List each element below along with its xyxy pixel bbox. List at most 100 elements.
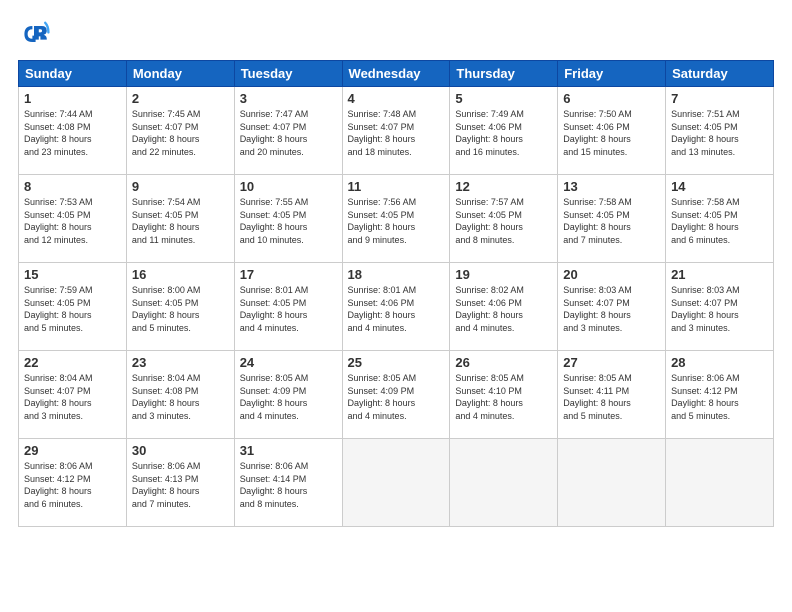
day-info: Sunrise: 7:47 AM Sunset: 4:07 PM Dayligh… bbox=[240, 108, 337, 158]
day-info: Sunrise: 7:58 AM Sunset: 4:05 PM Dayligh… bbox=[563, 196, 660, 246]
weekday-header: Friday bbox=[558, 61, 666, 87]
day-info: Sunrise: 8:06 AM Sunset: 4:14 PM Dayligh… bbox=[240, 460, 337, 510]
calendar-day-cell: 23Sunrise: 8:04 AM Sunset: 4:08 PM Dayli… bbox=[126, 351, 234, 439]
calendar-day-cell: 31 Sunrise: 8:06 AM Sunset: 4:14 PM Dayli… bbox=[234, 439, 342, 527]
calendar-day-cell: 26 Sunrise: 8:05 AM Sunset: 4:10 PM Dayli… bbox=[450, 351, 558, 439]
day-number: 28 bbox=[671, 355, 768, 370]
calendar-day-cell: 18Sunrise: 8:01 AM Sunset: 4:06 PM Dayli… bbox=[342, 263, 450, 351]
calendar-week-row: 8Sunrise: 7:53 AM Sunset: 4:05 PM Daylig… bbox=[19, 175, 774, 263]
day-info: Sunrise: 7:49 AM Sunset: 4:06 PM Dayligh… bbox=[455, 108, 552, 158]
calendar-day-cell bbox=[666, 439, 774, 527]
day-info: Sunrise: 8:05 AM Sunset: 4:09 PM Dayligh… bbox=[240, 372, 337, 422]
day-info: Sunrise: 8:05 AM Sunset: 4:09 PM Dayligh… bbox=[348, 372, 445, 422]
logo bbox=[18, 18, 54, 50]
day-number: 12 bbox=[455, 179, 552, 194]
calendar-day-cell: 5Sunrise: 7:49 AM Sunset: 4:06 PM Daylig… bbox=[450, 87, 558, 175]
day-number: 6 bbox=[563, 91, 660, 106]
day-info: Sunrise: 7:55 AM Sunset: 4:05 PM Dayligh… bbox=[240, 196, 337, 246]
day-number: 14 bbox=[671, 179, 768, 194]
page: SundayMondayTuesdayWednesdayThursdayFrid… bbox=[0, 0, 792, 612]
day-info: Sunrise: 7:50 AM Sunset: 4:06 PM Dayligh… bbox=[563, 108, 660, 158]
calendar: SundayMondayTuesdayWednesdayThursdayFrid… bbox=[18, 60, 774, 527]
calendar-day-cell: 16 Sunrise: 8:00 AM Sunset: 4:05 PM Dayli… bbox=[126, 263, 234, 351]
day-number: 30 bbox=[132, 443, 229, 458]
day-info: Sunrise: 7:58 AM Sunset: 4:05 PM Dayligh… bbox=[671, 196, 768, 246]
weekday-header: Sunday bbox=[19, 61, 127, 87]
day-info: Sunrise: 8:06 AM Sunset: 4:12 PM Dayligh… bbox=[24, 460, 121, 510]
day-number: 2 bbox=[132, 91, 229, 106]
day-number: 26 bbox=[455, 355, 552, 370]
day-number: 18 bbox=[348, 267, 445, 282]
day-info: Sunrise: 8:05 AM Sunset: 4:10 PM Dayligh… bbox=[455, 372, 552, 422]
calendar-day-cell: 17 Sunrise: 8:01 AM Sunset: 4:05 PM Dayli… bbox=[234, 263, 342, 351]
calendar-week-row: 15 Sunrise: 7:59 AM Sunset: 4:05 PM Dayli… bbox=[19, 263, 774, 351]
calendar-day-cell: 21 Sunrise: 8:03 AM Sunset: 4:07 PM Dayli… bbox=[666, 263, 774, 351]
calendar-day-cell: 20 Sunrise: 8:03 AM Sunset: 4:07 PM Dayli… bbox=[558, 263, 666, 351]
day-info: Sunrise: 7:48 AM Sunset: 4:07 PM Dayligh… bbox=[348, 108, 445, 158]
day-info: Sunrise: 7:59 AM Sunset: 4:05 PM Dayligh… bbox=[24, 284, 121, 334]
calendar-day-cell: 9 Sunrise: 7:54 AM Sunset: 4:05 PM Daylig… bbox=[126, 175, 234, 263]
calendar-day-cell: 19 Sunrise: 8:02 AM Sunset: 4:06 PM Dayli… bbox=[450, 263, 558, 351]
day-info: Sunrise: 7:53 AM Sunset: 4:05 PM Dayligh… bbox=[24, 196, 121, 246]
day-info: Sunrise: 7:45 AM Sunset: 4:07 PM Dayligh… bbox=[132, 108, 229, 158]
day-info: Sunrise: 8:01 AM Sunset: 4:05 PM Dayligh… bbox=[240, 284, 337, 334]
weekday-header: Tuesday bbox=[234, 61, 342, 87]
day-info: Sunrise: 8:03 AM Sunset: 4:07 PM Dayligh… bbox=[563, 284, 660, 334]
day-number: 10 bbox=[240, 179, 337, 194]
header bbox=[18, 18, 774, 50]
day-number: 29 bbox=[24, 443, 121, 458]
calendar-day-cell: 4 Sunrise: 7:48 AM Sunset: 4:07 PM Daylig… bbox=[342, 87, 450, 175]
weekday-header: Wednesday bbox=[342, 61, 450, 87]
weekday-header: Saturday bbox=[666, 61, 774, 87]
day-info: Sunrise: 8:02 AM Sunset: 4:06 PM Dayligh… bbox=[455, 284, 552, 334]
logo-icon bbox=[18, 18, 50, 50]
day-info: Sunrise: 8:06 AM Sunset: 4:13 PM Dayligh… bbox=[132, 460, 229, 510]
day-number: 22 bbox=[24, 355, 121, 370]
day-number: 31 bbox=[240, 443, 337, 458]
day-number: 20 bbox=[563, 267, 660, 282]
day-info: Sunrise: 8:04 AM Sunset: 4:08 PM Dayligh… bbox=[132, 372, 229, 422]
weekday-header-row: SundayMondayTuesdayWednesdayThursdayFrid… bbox=[19, 61, 774, 87]
calendar-day-cell: 14 Sunrise: 7:58 AM Sunset: 4:05 PM Dayli… bbox=[666, 175, 774, 263]
calendar-day-cell bbox=[558, 439, 666, 527]
day-info: Sunrise: 7:57 AM Sunset: 4:05 PM Dayligh… bbox=[455, 196, 552, 246]
calendar-day-cell: 6 Sunrise: 7:50 AM Sunset: 4:06 PM Daylig… bbox=[558, 87, 666, 175]
day-info: Sunrise: 7:54 AM Sunset: 4:05 PM Dayligh… bbox=[132, 196, 229, 246]
calendar-day-cell: 1Sunrise: 7:44 AM Sunset: 4:08 PM Daylig… bbox=[19, 87, 127, 175]
day-number: 17 bbox=[240, 267, 337, 282]
calendar-day-cell: 3 Sunrise: 7:47 AM Sunset: 4:07 PM Daylig… bbox=[234, 87, 342, 175]
calendar-week-row: 29 Sunrise: 8:06 AM Sunset: 4:12 PM Dayli… bbox=[19, 439, 774, 527]
day-info: Sunrise: 7:44 AM Sunset: 4:08 PM Dayligh… bbox=[24, 108, 121, 158]
calendar-day-cell: 10 Sunrise: 7:55 AM Sunset: 4:05 PM Dayli… bbox=[234, 175, 342, 263]
day-info: Sunrise: 7:51 AM Sunset: 4:05 PM Dayligh… bbox=[671, 108, 768, 158]
calendar-day-cell: 12 Sunrise: 7:57 AM Sunset: 4:05 PM Dayli… bbox=[450, 175, 558, 263]
day-number: 3 bbox=[240, 91, 337, 106]
day-number: 4 bbox=[348, 91, 445, 106]
calendar-week-row: 1Sunrise: 7:44 AM Sunset: 4:08 PM Daylig… bbox=[19, 87, 774, 175]
calendar-day-cell: 29 Sunrise: 8:06 AM Sunset: 4:12 PM Dayli… bbox=[19, 439, 127, 527]
day-number: 27 bbox=[563, 355, 660, 370]
day-number: 16 bbox=[132, 267, 229, 282]
day-info: Sunrise: 7:56 AM Sunset: 4:05 PM Dayligh… bbox=[348, 196, 445, 246]
calendar-day-cell: 8Sunrise: 7:53 AM Sunset: 4:05 PM Daylig… bbox=[19, 175, 127, 263]
day-number: 21 bbox=[671, 267, 768, 282]
calendar-day-cell: 24 Sunrise: 8:05 AM Sunset: 4:09 PM Dayli… bbox=[234, 351, 342, 439]
calendar-day-cell: 13 Sunrise: 7:58 AM Sunset: 4:05 PM Dayli… bbox=[558, 175, 666, 263]
calendar-day-cell: 11Sunrise: 7:56 AM Sunset: 4:05 PM Dayli… bbox=[342, 175, 450, 263]
day-number: 19 bbox=[455, 267, 552, 282]
day-info: Sunrise: 8:03 AM Sunset: 4:07 PM Dayligh… bbox=[671, 284, 768, 334]
day-number: 15 bbox=[24, 267, 121, 282]
day-number: 24 bbox=[240, 355, 337, 370]
day-info: Sunrise: 8:00 AM Sunset: 4:05 PM Dayligh… bbox=[132, 284, 229, 334]
day-info: Sunrise: 8:06 AM Sunset: 4:12 PM Dayligh… bbox=[671, 372, 768, 422]
calendar-day-cell: 22 Sunrise: 8:04 AM Sunset: 4:07 PM Dayli… bbox=[19, 351, 127, 439]
calendar-day-cell: 27Sunrise: 8:05 AM Sunset: 4:11 PM Dayli… bbox=[558, 351, 666, 439]
calendar-day-cell: 7 Sunrise: 7:51 AM Sunset: 4:05 PM Daylig… bbox=[666, 87, 774, 175]
day-number: 25 bbox=[348, 355, 445, 370]
calendar-day-cell bbox=[450, 439, 558, 527]
day-number: 13 bbox=[563, 179, 660, 194]
day-info: Sunrise: 8:04 AM Sunset: 4:07 PM Dayligh… bbox=[24, 372, 121, 422]
day-number: 7 bbox=[671, 91, 768, 106]
calendar-week-row: 22 Sunrise: 8:04 AM Sunset: 4:07 PM Dayli… bbox=[19, 351, 774, 439]
day-number: 9 bbox=[132, 179, 229, 194]
